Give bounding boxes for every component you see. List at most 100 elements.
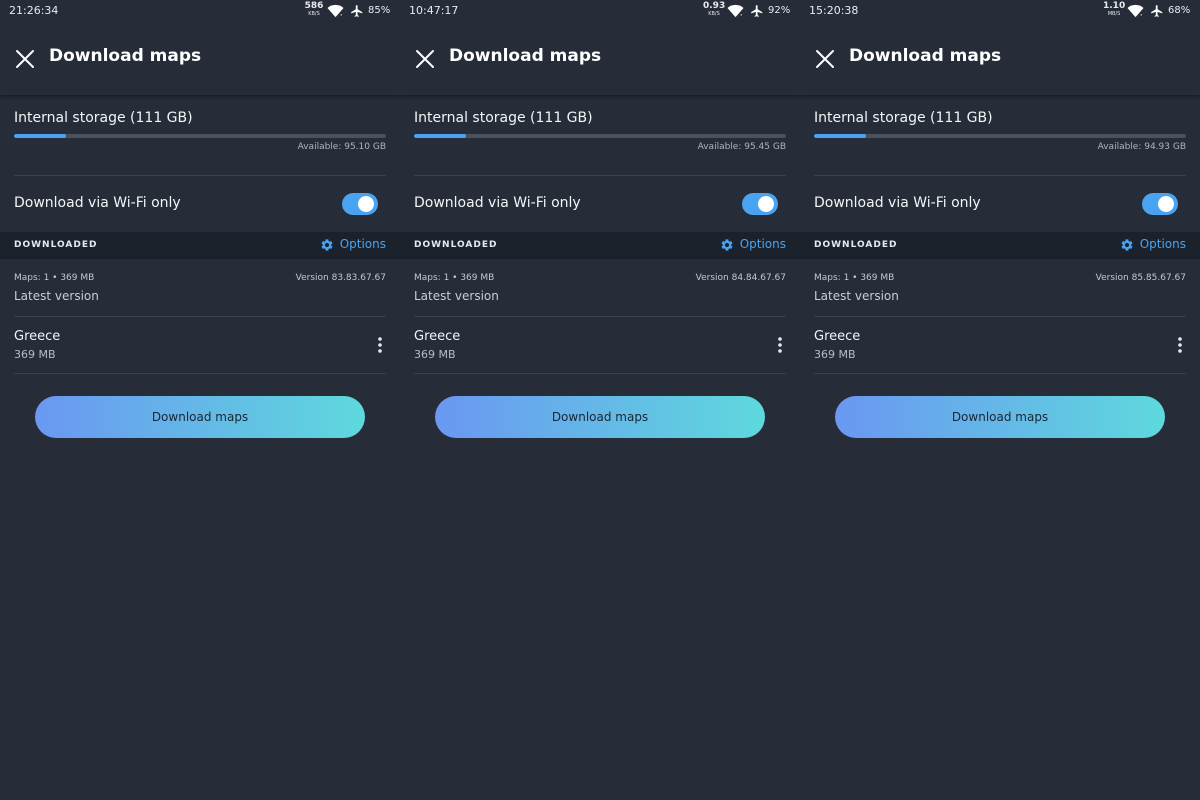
close-icon[interactable] [814,48,836,70]
map-size: 369 MB [14,348,56,361]
toggle-knob [1158,196,1174,212]
wifi-only-toggle[interactable] [1142,193,1178,215]
storage-available: Available: 94.93 GB [1097,142,1186,152]
wifi-only-label: Download via Wi-Fi only [14,195,181,211]
maps-status: Latest version [414,289,499,303]
gear-icon [1121,239,1133,251]
storage-available: Available: 95.10 GB [297,142,386,152]
network-speed-value: 586 [304,1,324,11]
storage-bar-fill [414,134,467,138]
storage-bar [814,134,1186,138]
phone-screen-2: 10:47:17 0.93 KB/S 92% Download maps Int… [400,0,800,800]
network-speed-unit: KB/S [708,11,720,17]
network-speed-value: 1.10 [1103,1,1126,11]
maps-version: Version 85.85.67.67 [1095,273,1186,283]
network-speed-value: 0.93 [703,1,726,11]
section-title: DOWNLOADED [14,240,98,250]
toggle-knob [358,196,374,212]
map-size: 369 MB [414,348,456,361]
wifi-icon [727,4,744,18]
downloaded-section-header: DOWNLOADED Options [0,232,400,259]
downloaded-section-header: DOWNLOADED Options [400,232,800,259]
page-title: Download maps [849,46,1002,66]
status-bar: 10:47:17 0.93 KB/S 92% [400,0,800,22]
more-vertical-icon[interactable] [772,336,788,354]
map-list-item[interactable]: Greece 369 MB [800,318,1200,373]
storage-label: Internal storage (111 GB) [814,110,993,126]
storage-bar [414,134,786,138]
options-button[interactable]: Options [321,237,386,255]
status-time: 21:26:34 [9,4,59,17]
maps-status: Latest version [814,289,899,303]
options-button[interactable]: Options [721,237,786,255]
maps-summary: Maps: 1 • 369 MB [14,273,95,283]
maps-summary: Maps: 1 • 369 MB [814,273,895,283]
map-list-item[interactable]: Greece 369 MB [0,318,400,373]
map-list-item[interactable]: Greece 369 MB [400,318,800,373]
download-maps-button[interactable]: Download maps [835,396,1165,438]
more-vertical-icon[interactable] [1172,336,1188,354]
page-title: Download maps [449,46,602,66]
storage-bar-fill [814,134,867,138]
maps-version: Version 83.83.67.67 [295,273,386,283]
gear-icon [321,239,333,251]
wifi-only-row[interactable]: Download via Wi-Fi only [800,176,1200,232]
storage-label: Internal storage (111 GB) [414,110,593,126]
phone-screen-3: 15:20:38 1.10 MB/S 68% Download maps Int… [800,0,1200,800]
phone-screen-1: 21:26:34 586 KB/S 85% Download maps Inte… [0,0,400,800]
maps-summary: Maps: 1 • 369 MB [414,273,495,283]
more-vertical-icon[interactable] [372,336,388,354]
wifi-icon [327,4,344,18]
wifi-only-row[interactable]: Download via Wi-Fi only [400,176,800,232]
airplane-icon [351,5,363,17]
toggle-knob [758,196,774,212]
options-label: Options [339,237,386,251]
airplane-icon [751,5,763,17]
network-speed: 0.93 KB/S [703,2,725,18]
divider [814,316,1186,317]
wifi-only-toggle[interactable] [342,193,378,215]
options-label: Options [739,237,786,251]
battery-level: 85% [368,5,391,16]
wifi-only-label: Download via Wi-Fi only [814,195,981,211]
status-time: 10:47:17 [409,4,459,17]
app-bar: Download maps [400,22,800,95]
map-name: Greece [414,329,461,344]
wifi-only-label: Download via Wi-Fi only [414,195,581,211]
wifi-icon [1127,4,1144,18]
download-maps-button[interactable]: Download maps [435,396,765,438]
status-bar: 15:20:38 1.10 MB/S 68% [800,0,1200,22]
section-title: DOWNLOADED [814,240,898,250]
map-size: 369 MB [814,348,856,361]
battery-level: 92% [768,5,791,16]
options-button[interactable]: Options [1121,237,1186,255]
map-name: Greece [14,329,61,344]
downloaded-section-header: DOWNLOADED Options [800,232,1200,259]
network-speed: 1.10 MB/S [1103,2,1125,18]
download-maps-button[interactable]: Download maps [35,396,365,438]
divider [414,316,786,317]
divider [14,316,386,317]
close-icon[interactable] [14,48,36,70]
map-name: Greece [814,329,861,344]
status-bar: 21:26:34 586 KB/S 85% [0,0,400,22]
network-speed: 586 KB/S [303,2,325,18]
app-bar: Download maps [800,22,1200,95]
options-label: Options [1139,237,1186,251]
maps-status: Latest version [14,289,99,303]
section-title: DOWNLOADED [414,240,498,250]
airplane-icon [1151,5,1163,17]
status-time: 15:20:38 [809,4,859,17]
divider [14,373,386,374]
storage-available: Available: 95.45 GB [697,142,786,152]
battery-level: 68% [1168,5,1191,16]
close-icon[interactable] [414,48,436,70]
network-speed-unit: KB/S [308,11,320,17]
page-title: Download maps [49,46,202,66]
wifi-only-row[interactable]: Download via Wi-Fi only [0,176,400,232]
storage-bar-fill [14,134,67,138]
divider [814,373,1186,374]
storage-label: Internal storage (111 GB) [14,110,193,126]
network-speed-unit: MB/S [1107,11,1121,17]
wifi-only-toggle[interactable] [742,193,778,215]
